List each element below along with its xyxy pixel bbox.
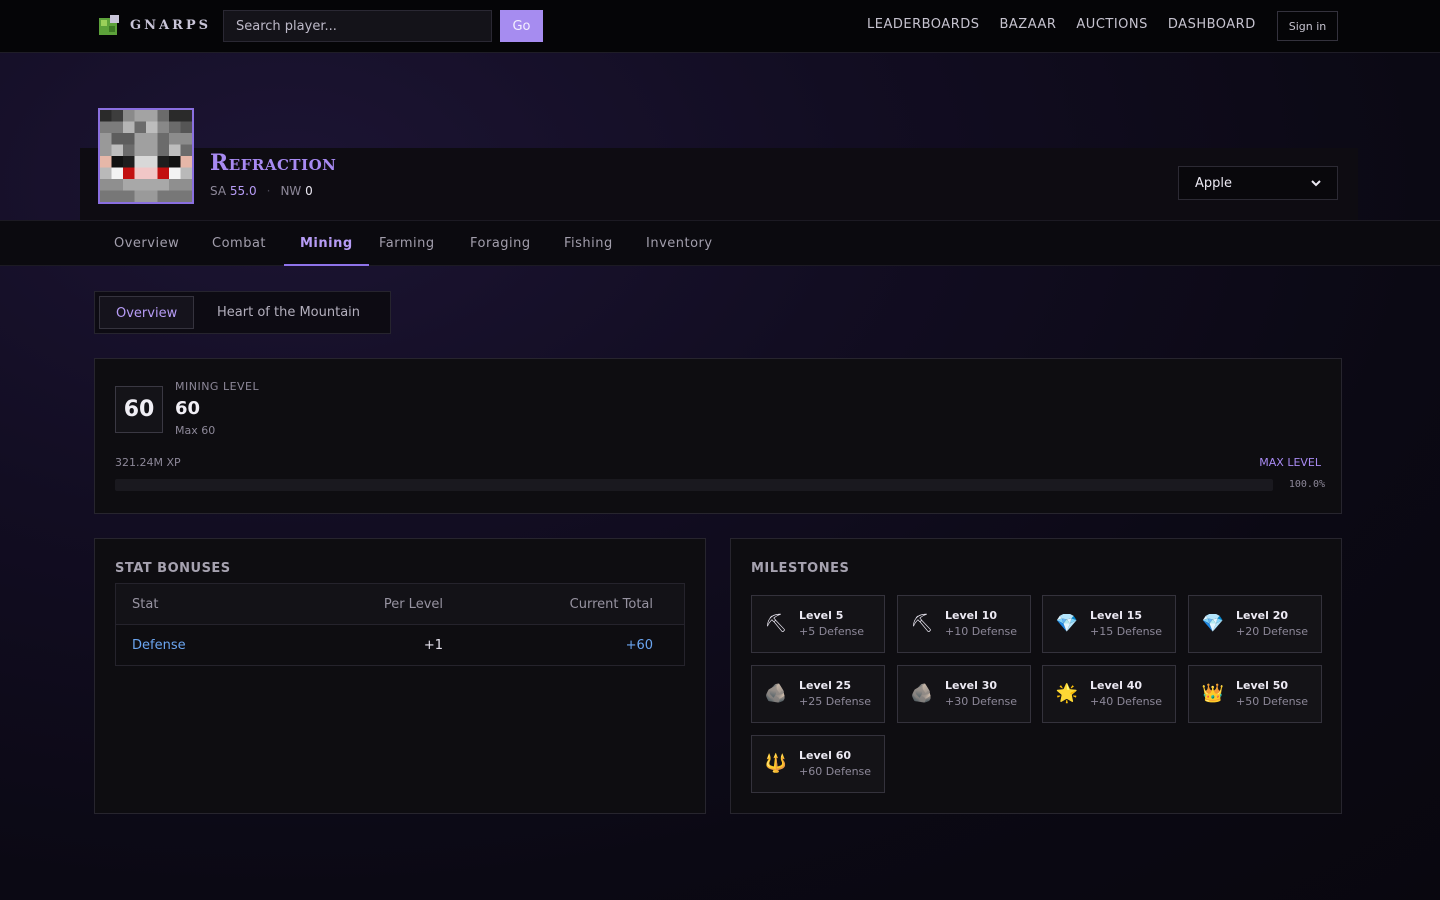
milestones-panel: MILESTONES ⛏ Level 5 +5 Defense ⛏ Level 10 +1… [730,538,1342,814]
mining-level-panel: 60 MINING LEVEL 60 Max 60 321.24M XP MAX… [94,358,1342,514]
tab-foraging[interactable]: Foraging [454,221,547,266]
milestone-reward: +60 Defense [799,765,872,778]
sa-label: SA [210,184,227,198]
level-caption: MINING LEVEL [175,380,260,393]
nav-link-leaderboards[interactable]: LEADERBOARDS [867,17,980,32]
tab-farming[interactable]: Farming [363,221,451,266]
milestone-reward: +40 Defense [1090,695,1163,708]
milestone-title: Level 20 [1236,609,1289,622]
milestones-title: MILESTONES [751,561,850,576]
stat-bonuses-title: STAT BONUSES [115,561,231,576]
rock-icon: 🪨 [764,683,788,704]
table-row: Defense +1 +60 [116,625,684,665]
header-per-level: Per Level [383,596,443,612]
table-header: Stat Per Level Current Total [116,584,684,625]
star-icon: 🌟 [1055,683,1079,704]
nw-value: 0 [305,184,313,198]
subtab-heart-of-the-mountain[interactable]: Heart of the Mountain [201,296,376,329]
milestone-reward: +20 Defense [1236,625,1309,638]
pickaxe-icon: ⛏ [910,613,934,634]
xp-percent: 100.0% [1288,479,1325,490]
profile-select-value: Apple [1195,175,1233,191]
level-value: 60 [175,398,201,419]
milestone-card: 🌟 Level 40 +40 Defense [1042,665,1176,723]
diamond-icon: 💎 [1055,613,1079,634]
crown-icon: 👑 [1201,683,1225,704]
pickaxe-icon: ⛏ [764,613,788,634]
milestone-reward: +15 Defense [1090,625,1163,638]
separator: · [266,184,271,198]
nav-links: LEADERBOARDS BAZAAR AUCTIONS DASHBOARD [867,17,1256,32]
player-stats: SA 55.0 · NW 0 [210,184,313,198]
milestone-reward: +10 Defense [945,625,1018,638]
sign-in-button[interactable]: Sign in [1277,11,1338,41]
milestone-reward: +50 Defense [1236,695,1309,708]
level-badge: 60 [115,386,163,433]
milestone-title: Level 60 [799,749,852,762]
nav-link-dashboard[interactable]: DASHBOARD [1168,17,1256,32]
milestone-title: Level 25 [799,679,852,692]
milestone-card: 🔱 Level 60 +60 Defense [751,735,885,793]
milestone-title: Level 15 [1090,609,1143,622]
tab-mining[interactable]: Mining [284,221,369,266]
milestone-card: 💎 Level 20 +20 Defense [1188,595,1322,653]
tab-combat[interactable]: Combat [196,221,282,266]
rock-icon: 🪨 [910,683,934,704]
milestone-reward: +5 Defense [799,625,865,638]
nav-link-auctions[interactable]: AUCTIONS [1076,17,1147,32]
logo[interactable]: GNARPS [98,14,211,36]
nav-link-bazaar[interactable]: BAZAAR [1000,17,1057,32]
milestone-card: ⛏ Level 10 +10 Defense [897,595,1031,653]
milestone-reward: +25 Defense [799,695,872,708]
milestone-title: Level 30 [945,679,998,692]
tab-overview[interactable]: Overview [98,221,195,266]
trident-icon: 🔱 [764,753,788,774]
milestone-title: Level 10 [945,609,998,622]
top-nav: GNARPS Go LEADERBOARDS BAZAAR AUCTIONS D… [0,0,1440,53]
milestone-reward: +30 Defense [945,695,1018,708]
diamond-icon: 💎 [1201,613,1225,634]
stat-name: Defense [132,637,186,653]
sa-value: 55.0 [229,184,257,198]
search-input[interactable] [223,10,492,42]
stat-per-level: +1 [423,637,443,653]
xp-progress-fill [115,479,1273,491]
milestone-card: 🪨 Level 30 +30 Defense [897,665,1031,723]
xp-total: 321.24M XP [115,456,181,469]
player-name: Refraction [210,150,337,176]
milestone-card: ⛏ Level 5 +5 Defense [751,595,885,653]
subtab-overview[interactable]: Overview [99,296,195,329]
profile-tabs: Overview Combat Mining Farming Foraging … [0,220,1440,266]
profile-select[interactable]: Apple [1178,166,1338,200]
player-avatar [98,108,194,204]
milestone-title: Level 40 [1090,679,1143,692]
mining-subtabs: Overview Heart of the Mountain [94,291,391,334]
level-max: Max 60 [175,424,216,437]
header-current-total: Current Total [569,596,653,612]
header-stat: Stat [132,596,159,612]
xp-progress-bar [115,479,1273,491]
milestone-title: Level 5 [799,609,844,622]
chevron-down-icon [1311,179,1321,186]
milestone-card: 💎 Level 15 +15 Defense [1042,595,1176,653]
logo-icon [98,14,120,36]
tab-fishing[interactable]: Fishing [548,221,629,266]
stat-bonuses-table: Stat Per Level Current Total Defense +1 … [115,583,685,666]
milestone-title: Level 50 [1236,679,1289,692]
tab-inventory[interactable]: Inventory [630,221,729,266]
max-level-label: MAX LEVEL [1259,456,1321,469]
stat-total: +60 [625,637,653,653]
stat-bonuses-panel: STAT BONUSES Stat Per Level Current Tota… [94,538,706,814]
logo-text: GNARPS [130,17,212,33]
milestone-card: 👑 Level 50 +50 Defense [1188,665,1322,723]
nw-label: NW [280,184,302,198]
milestone-card: 🪨 Level 25 +25 Defense [751,665,885,723]
go-button[interactable]: Go [500,10,543,42]
